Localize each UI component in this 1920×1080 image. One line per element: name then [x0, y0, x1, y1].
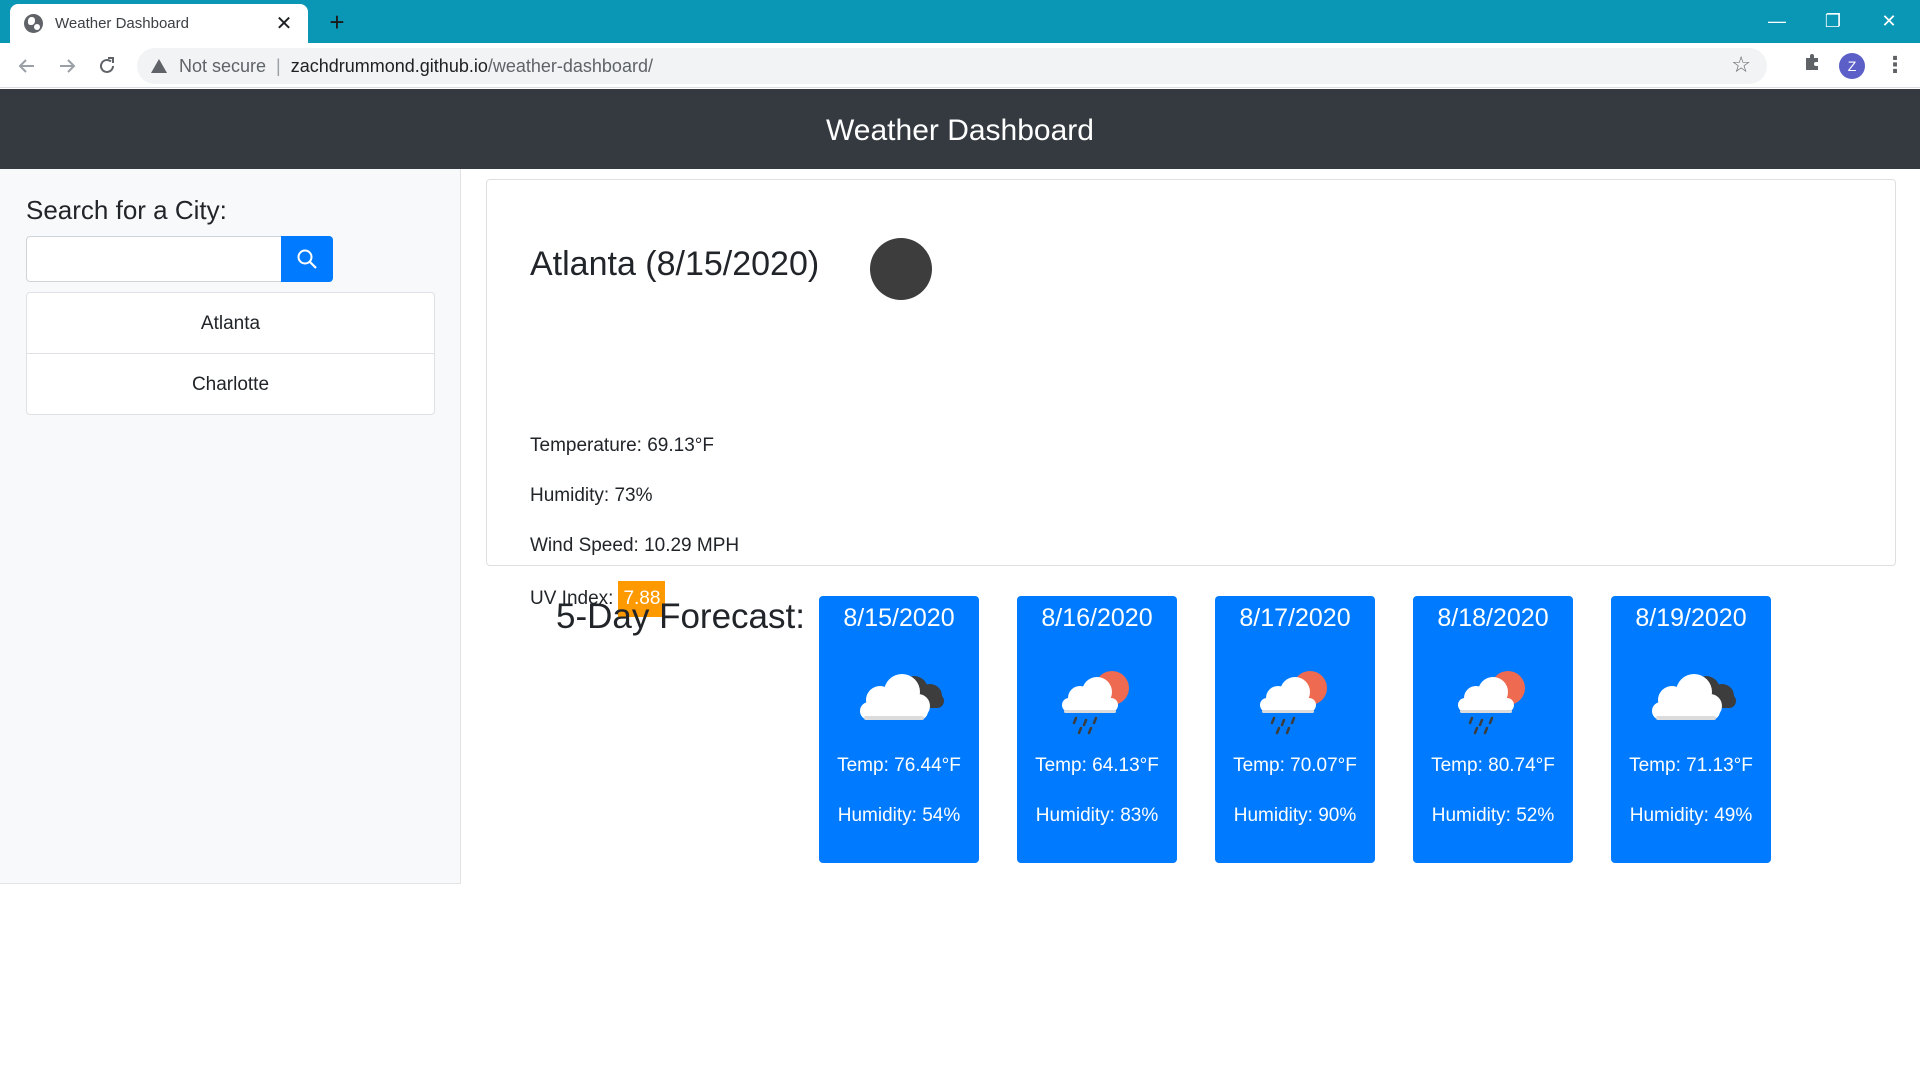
- close-window-button[interactable]: ✕: [1864, 6, 1914, 36]
- forecast-temp: Temp: 64.13°F: [1035, 755, 1159, 776]
- city-history-item[interactable]: Charlotte: [26, 353, 435, 415]
- rain-sun-icon: [1238, 656, 1352, 736]
- current-city-heading: Atlanta (8/15/2020): [530, 245, 820, 283]
- profile-avatar[interactable]: Z: [1839, 53, 1865, 79]
- minimize-button[interactable]: —: [1752, 6, 1802, 36]
- cloud-icon: [842, 656, 956, 736]
- forecast-humidity: Humidity: 54%: [837, 805, 961, 826]
- address-separator: |: [276, 55, 281, 76]
- url-host: zachdrummond.github.io: [290, 55, 488, 76]
- forecast-humidity: Humidity: 49%: [1629, 805, 1753, 826]
- forecast-card: 8/16/2020 Temp: 64.13°F Humidity: 83%: [1017, 596, 1177, 863]
- forecast-date: 8/17/2020: [1239, 604, 1351, 632]
- maximize-button[interactable]: ❐: [1808, 6, 1858, 36]
- forecast-date: 8/19/2020: [1635, 604, 1747, 632]
- city-history-item[interactable]: Atlanta: [26, 292, 435, 354]
- browser-titlebar: Weather Dashboard ✕ + — ❐ ✕: [0, 0, 1920, 43]
- forecast-temp: Temp: 80.74°F: [1431, 755, 1555, 776]
- url-path: /weather-dashboard/: [487, 55, 653, 76]
- security-label[interactable]: Not secure: [179, 56, 266, 77]
- forecast-card: 8/15/2020 Temp: 76.44°F Humidity: 54%: [819, 596, 979, 863]
- new-tab-button[interactable]: +: [322, 7, 352, 37]
- rain-sun-icon: [1436, 656, 1550, 736]
- forecast-temp: Temp: 76.44°F: [837, 755, 961, 776]
- search-icon: [297, 249, 317, 269]
- search-label: Search for a City:: [26, 195, 227, 225]
- browser-toolbar: Not secure | zachdrummond.github.io/weat…: [0, 43, 1920, 88]
- tab-title: Weather Dashboard: [55, 15, 189, 32]
- browser-tab[interactable]: Weather Dashboard ✕: [10, 4, 308, 43]
- forecast-date: 8/18/2020: [1437, 604, 1549, 632]
- forecast-card: 8/19/2020 Temp: 71.13°F Humidity: 49%: [1611, 596, 1771, 863]
- cloud-icon: [1634, 656, 1748, 736]
- page-title: Weather Dashboard: [0, 89, 1920, 169]
- current-weather-icon: [870, 238, 932, 300]
- forecast-humidity: Humidity: 90%: [1233, 805, 1357, 826]
- forward-arrow-icon[interactable]: [50, 49, 84, 83]
- forecast-temp: Temp: 71.13°F: [1629, 755, 1753, 776]
- more-vert-icon[interactable]: ⋮: [1880, 50, 1910, 80]
- current-weather-card: Atlanta (8/15/2020) Temperature: 69.13°F…: [486, 179, 1896, 617]
- current-temperature: Temperature: 69.13°F: [530, 435, 714, 456]
- reload-icon[interactable]: [90, 49, 124, 83]
- forecast-temp: Temp: 70.07°F: [1233, 755, 1357, 776]
- forecast-date: 8/15/2020: [843, 604, 955, 632]
- address-bar[interactable]: Not secure | zachdrummond.github.io/weat…: [137, 48, 1767, 84]
- puzzle-icon[interactable]: [1800, 52, 1824, 76]
- search-button[interactable]: [281, 236, 333, 282]
- page-content: Weather Dashboard Search for a City: Atl…: [0, 89, 1920, 1080]
- search-sidebar: Search for a City: Atlanta Charlotte: [0, 169, 461, 884]
- star-icon[interactable]: ☆: [1731, 52, 1751, 78]
- forecast-card: 8/17/2020 Temp: 70.07°F Humidity: 90%: [1215, 596, 1375, 863]
- search-history-list: Atlanta Charlotte: [26, 292, 435, 415]
- forecast-humidity: Humidity: 83%: [1035, 805, 1159, 826]
- tab-close-icon[interactable]: ✕: [274, 11, 294, 36]
- forecast-heading: 5-Day Forecast:: [556, 597, 805, 636]
- city-search-input[interactable]: [26, 236, 282, 282]
- current-humidity: Humidity: 73%: [530, 485, 653, 506]
- back-arrow-icon[interactable]: [10, 49, 44, 83]
- forecast-humidity: Humidity: 52%: [1431, 805, 1555, 826]
- current-wind-speed: Wind Speed: 10.29 MPH: [530, 535, 740, 556]
- forecast-card: 8/18/2020 Temp: 80.74°F Humidity: 52%: [1413, 596, 1573, 863]
- globe-icon: [24, 14, 43, 33]
- rain-sun-icon: [1040, 656, 1154, 736]
- warning-icon: [151, 59, 167, 73]
- forecast-date: 8/16/2020: [1041, 604, 1153, 632]
